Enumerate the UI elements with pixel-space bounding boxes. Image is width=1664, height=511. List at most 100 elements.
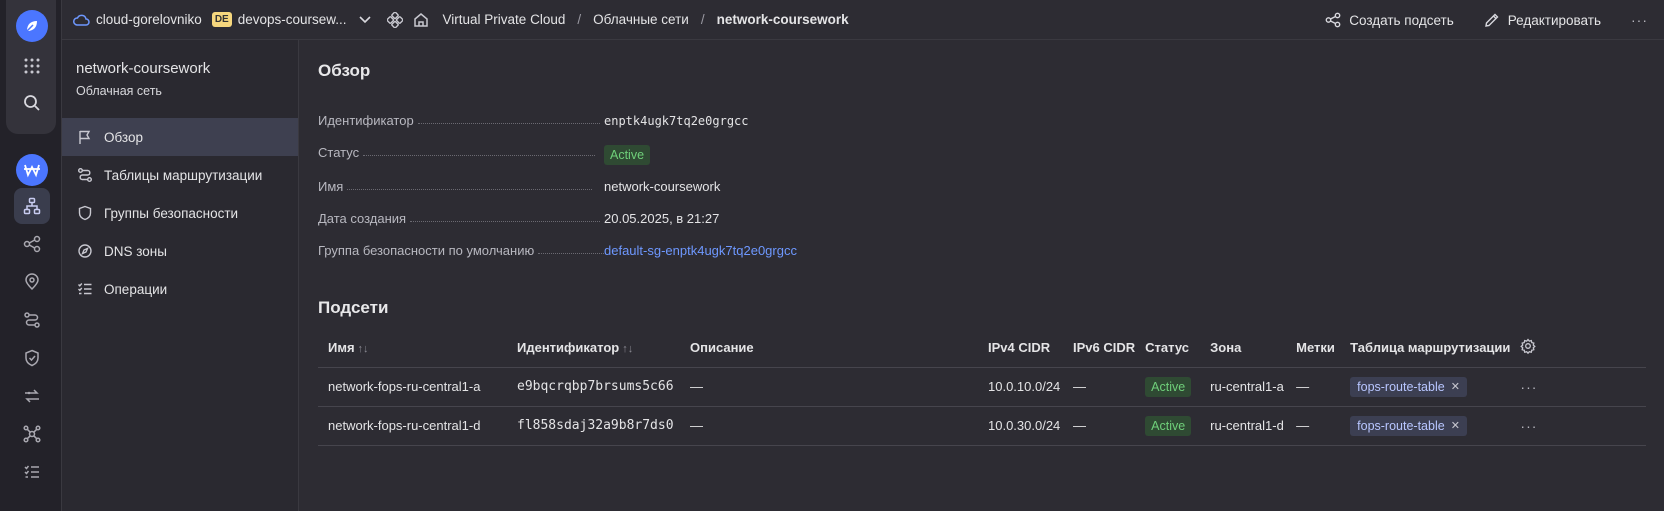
route-icon <box>76 166 94 184</box>
close-icon[interactable]: ✕ <box>1451 419 1460 432</box>
search-icon[interactable] <box>14 85 50 121</box>
cloud-badge-icon[interactable] <box>16 154 48 186</box>
subnet-route-table-cell: fops-route-table ✕ <box>1340 406 1511 446</box>
network-icon[interactable] <box>14 188 50 224</box>
row-more-icon[interactable]: ··· <box>1520 418 1537 434</box>
table-header-row: Имя ↑↓ Идентификатор ↑↓ Описание IPv4 CIDR… <box>318 329 1646 368</box>
breadcrumb-separator: / <box>577 12 582 27</box>
compass-icon <box>76 242 94 260</box>
subnet-id: fl858sdaj32a9b8r7ds0 <box>507 406 680 446</box>
sidebar-item-dns-zones[interactable]: DNS зоны <box>62 232 298 270</box>
list-icon[interactable] <box>14 454 50 490</box>
create-subnet-label: Создать подсеть <box>1349 12 1454 28</box>
close-icon[interactable]: ✕ <box>1451 380 1460 393</box>
edit-label: Редактировать <box>1507 12 1601 28</box>
location-icon[interactable] <box>14 264 50 300</box>
prop-label: Идентификатор <box>318 113 414 128</box>
subnet-name[interactable]: network-fops-ru-central1-d <box>318 406 507 446</box>
prop-row-default-sg: Группа безопасности по умолчанию default… <box>318 238 818 258</box>
subnet-ipv4: 10.0.10.0/24 <box>978 367 1063 407</box>
row-more-icon[interactable]: ··· <box>1520 379 1537 395</box>
sidebar-item-route-tables[interactable]: Таблицы маршрутизации <box>62 156 298 194</box>
main-content: Обзор Идентификатор enptk4ugk7tq2e0grgcc… <box>300 40 1664 511</box>
pencil-icon <box>1484 12 1500 28</box>
col-description: Описание <box>680 329 978 368</box>
breadcrumb-vpc[interactable]: Virtual Private Cloud <box>443 12 566 27</box>
sidebar-item-overview[interactable]: Обзор <box>62 118 298 156</box>
subnet-id: e9bqcrqbp7brsums5c66 <box>507 367 680 407</box>
status-badge: Active <box>1145 416 1192 436</box>
chevron-down-icon[interactable] <box>358 15 371 24</box>
share-icon <box>1325 12 1341 28</box>
shield-icon[interactable] <box>14 340 50 376</box>
subnet-ipv6: — <box>1063 367 1136 407</box>
dotted-leader <box>538 253 607 254</box>
route-table-name: fops-route-table <box>1357 418 1445 433</box>
global-nav-rail <box>0 0 62 511</box>
col-id[interactable]: Идентификатор ↑↓ <box>507 329 680 368</box>
col-name[interactable]: Имя ↑↓ <box>318 329 507 368</box>
breadcrumb-folder[interactable]: devops-coursew... <box>238 12 347 27</box>
sidebar-item-operations[interactable]: Операции <box>62 270 298 308</box>
col-zone: Зона <box>1200 329 1287 368</box>
col-ipv4: IPv4 CIDR <box>978 329 1063 368</box>
logo-icon[interactable] <box>16 10 48 42</box>
row-actions: ··· <box>1510 406 1646 446</box>
sort-icon[interactable]: ↑↓ <box>622 343 633 355</box>
home-icon[interactable] <box>413 12 429 28</box>
prop-label: Имя <box>318 179 344 194</box>
share-icon[interactable] <box>14 226 50 262</box>
breadcrumb-cloud[interactable]: cloud-gorelovniko <box>96 12 202 27</box>
route-table-name: fops-route-table <box>1357 379 1445 394</box>
prop-row-name: Имя network-coursework <box>318 174 818 194</box>
dotted-leader <box>410 221 601 222</box>
transfer-icon[interactable] <box>14 378 50 414</box>
folder-badge: DE <box>211 12 232 27</box>
subnet-name[interactable]: network-fops-ru-central1-a <box>318 367 507 407</box>
subnet-zone: ru-central1-d <box>1200 406 1287 446</box>
prop-label: Группа безопасности по умолчанию <box>318 243 535 258</box>
cloud-icon <box>72 13 90 27</box>
shield-icon <box>76 204 94 222</box>
sort-icon[interactable]: ↑↓ <box>358 343 369 355</box>
subnet-ipv4: 10.0.30.0/24 <box>978 406 1063 446</box>
hub-icon[interactable] <box>14 416 50 452</box>
create-subnet-button[interactable]: Создать подсеть <box>1325 12 1454 28</box>
table-settings[interactable] <box>1510 329 1646 368</box>
gear-icon[interactable] <box>1520 338 1537 355</box>
apps-grid-icon[interactable] <box>14 48 50 84</box>
sidebar-item-label: Группы безопасности <box>104 205 239 221</box>
sidebar-item-security-groups[interactable]: Группы безопасности <box>62 194 298 232</box>
subnet-labels: — <box>1286 406 1341 446</box>
network-name-value: network-coursework <box>604 179 721 194</box>
dotted-leader <box>417 123 600 124</box>
network-id-value[interactable]: enptk4ugk7tq2e0grgcc <box>604 114 749 128</box>
more-actions-icon[interactable]: ··· <box>1631 12 1648 28</box>
sidebar-item-label: Операции <box>104 281 168 297</box>
resource-sidebar: network-coursework Облачная сеть Обзор Т… <box>62 40 299 511</box>
edit-button[interactable]: Редактировать <box>1484 12 1601 28</box>
route-table-tag[interactable]: fops-route-table ✕ <box>1350 415 1467 436</box>
subnet-status-cell: Active <box>1135 406 1201 446</box>
created-at-value: 20.05.2025, в 21:27 <box>604 211 720 226</box>
status-badge: Active <box>604 145 651 165</box>
breadcrumb-networks[interactable]: Облачные сети <box>593 12 689 27</box>
table-row[interactable]: network-fops-ru-central1-d fl858sdaj32a9… <box>318 406 1646 446</box>
prop-row-id: Идентификатор enptk4ugk7tq2e0grgcc <box>318 108 818 128</box>
prop-label: Дата создания <box>318 211 407 226</box>
default-security-group-link[interactable]: default-sg-enptk4ugk7tq2e0grgcc <box>604 243 797 258</box>
subnet-description: — <box>680 406 978 446</box>
breadcrumb: cloud-gorelovniko DE devops-coursew... V… <box>72 11 849 28</box>
route-table-tag[interactable]: fops-route-table ✕ <box>1350 376 1467 397</box>
subnets-table: Имя ↑↓ Идентификатор ↑↓ Описание IPv4 CIDR… <box>318 329 1646 446</box>
prop-row-created: Дата создания 20.05.2025, в 21:27 <box>318 206 818 226</box>
list-icon <box>76 280 94 298</box>
top-actions: Создать подсеть Редактировать ··· <box>1325 0 1648 40</box>
services-icon[interactable] <box>386 11 403 28</box>
prop-row-status: Статус Active <box>318 140 818 165</box>
route-icon[interactable] <box>14 302 50 338</box>
table-row[interactable]: network-fops-ru-central1-a e9bqcrqbp7brs… <box>318 367 1646 407</box>
subnet-route-table-cell: fops-route-table ✕ <box>1340 367 1511 407</box>
col-status: Статус <box>1135 329 1201 368</box>
status-wrap: Active <box>604 145 651 165</box>
